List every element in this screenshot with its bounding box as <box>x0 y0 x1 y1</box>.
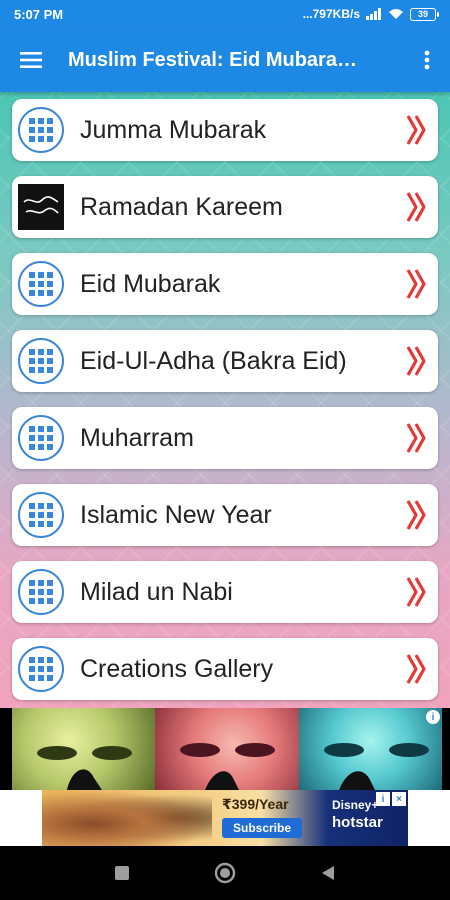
ramadan-thumbnail-icon <box>18 184 64 230</box>
double-chevron-right-icon <box>402 422 432 454</box>
ad-image-panel <box>155 708 299 790</box>
wifi-icon <box>388 8 404 20</box>
list-item-label: Ramadan Kareem <box>80 192 283 221</box>
home-icon[interactable] <box>205 853 245 893</box>
double-chevron-right-icon <box>402 499 432 531</box>
ad-info-icon[interactable]: i <box>426 710 440 724</box>
banner-brand: hotstar <box>332 814 383 831</box>
list-item-label: Creations Gallery <box>80 654 274 683</box>
grid-icon <box>18 415 64 461</box>
network-speed: ...797KB/s <box>302 7 360 21</box>
double-chevron-right-icon <box>402 268 432 300</box>
status-bar: 5:07 PM ...797KB/s 39 <box>0 0 450 28</box>
list-item-label: Muharram <box>80 423 194 452</box>
grid-icon <box>18 492 64 538</box>
list-item-creations-gallery[interactable]: Creations Gallery <box>12 638 438 700</box>
double-chevron-right-icon <box>402 345 432 377</box>
ad-image-panel <box>298 708 442 790</box>
banner-controls: i × <box>376 792 406 806</box>
list-item-eid-ul-adha[interactable]: Eid-Ul-Adha (Bakra Eid) <box>12 330 438 392</box>
list-item-muharram[interactable]: Muharram <box>12 407 438 469</box>
status-indicators: ...797KB/s 39 <box>302 7 439 21</box>
festival-list: Jumma Mubarak Ramadan Kareem Eid Mubarak <box>0 92 450 700</box>
grid-icon <box>18 261 64 307</box>
grid-icon <box>18 338 64 384</box>
list-item-ramadan-kareem[interactable]: Ramadan Kareem <box>12 176 438 238</box>
list-item-eid-mubarak[interactable]: Eid Mubarak <box>12 253 438 315</box>
banner-image <box>42 790 212 846</box>
system-nav-bar <box>0 846 450 900</box>
banner-ad-content[interactable]: ₹399/Year Subscribe Disney+ hotstar i × <box>42 790 408 846</box>
ad-info-icon[interactable]: i <box>376 792 390 806</box>
banner-ad[interactable]: ₹399/Year Subscribe Disney+ hotstar i × <box>0 790 450 846</box>
status-time: 5:07 PM <box>14 6 64 22</box>
banner-brand-top: Disney+ <box>332 798 379 812</box>
hamburger-menu-icon[interactable] <box>0 28 62 92</box>
battery-level: 39 <box>417 9 428 19</box>
list-item-label: Eid Mubarak <box>80 269 221 298</box>
more-vert-icon[interactable] <box>404 28 450 92</box>
app-bar: Muslim Festival: Eid Mubara… <box>0 28 450 92</box>
ad-close-icon[interactable]: × <box>392 792 406 806</box>
list-item-label: Milad un Nabi <box>80 577 233 606</box>
list-item-jumma-mubarak[interactable]: Jumma Mubarak <box>12 99 438 161</box>
grid-icon <box>18 569 64 615</box>
battery-icon: 39 <box>410 7 439 21</box>
ad-image-panel <box>12 708 156 790</box>
list-item-label: Eid-Ul-Adha (Bakra Eid) <box>80 346 347 375</box>
back-icon[interactable] <box>308 853 348 893</box>
recents-icon[interactable] <box>102 853 142 893</box>
content-area: Jumma Mubarak Ramadan Kareem Eid Mubarak <box>0 92 450 708</box>
signal-icon <box>366 8 382 20</box>
double-chevron-right-icon <box>402 576 432 608</box>
subscribe-button[interactable]: Subscribe <box>222 818 302 838</box>
banner-price: ₹399/Year <box>222 796 289 812</box>
grid-icon <box>18 646 64 692</box>
list-item-label: Jumma Mubarak <box>80 115 267 144</box>
list-item-milad-un-nabi[interactable]: Milad un Nabi <box>12 561 438 623</box>
double-chevron-right-icon <box>402 653 432 685</box>
list-item-islamic-new-year[interactable]: Islamic New Year <box>12 484 438 546</box>
double-chevron-right-icon <box>402 114 432 146</box>
list-item-label: Islamic New Year <box>80 500 272 529</box>
image-ad[interactable]: i <box>12 708 442 790</box>
app-title: Muslim Festival: Eid Mubara… <box>68 48 357 71</box>
double-chevron-right-icon <box>402 191 432 223</box>
grid-icon <box>18 107 64 153</box>
